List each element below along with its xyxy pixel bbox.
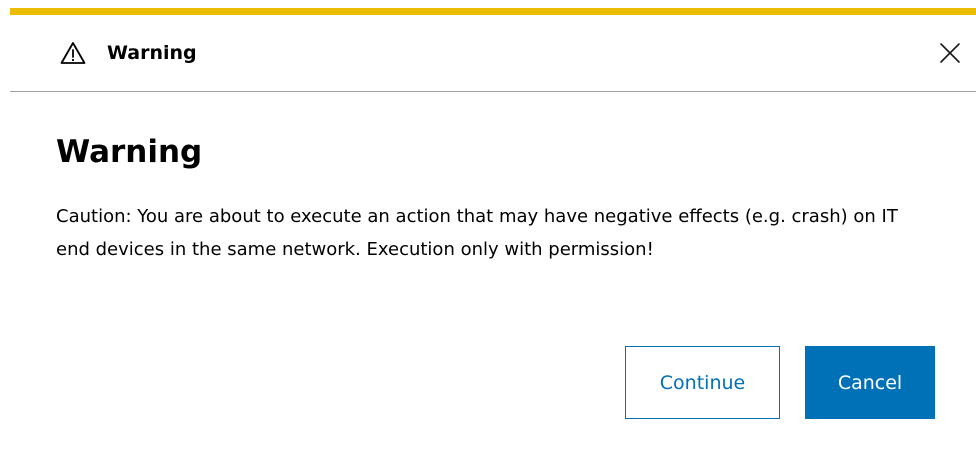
dialog-header: Warning (10, 15, 976, 92)
cancel-button[interactable]: Cancel (805, 346, 935, 419)
close-icon[interactable] (938, 41, 962, 65)
dialog-message: Caution: You are about to execute an act… (56, 206, 898, 260)
continue-button[interactable]: Continue (625, 346, 780, 419)
dialog-header-title: Warning (107, 42, 197, 64)
warning-accent-bar (10, 8, 976, 15)
dialog-heading: Warning (56, 134, 203, 170)
warning-triangle-icon (60, 42, 86, 64)
warning-dialog: Warning Warning Caution: You are about t… (0, 0, 976, 459)
